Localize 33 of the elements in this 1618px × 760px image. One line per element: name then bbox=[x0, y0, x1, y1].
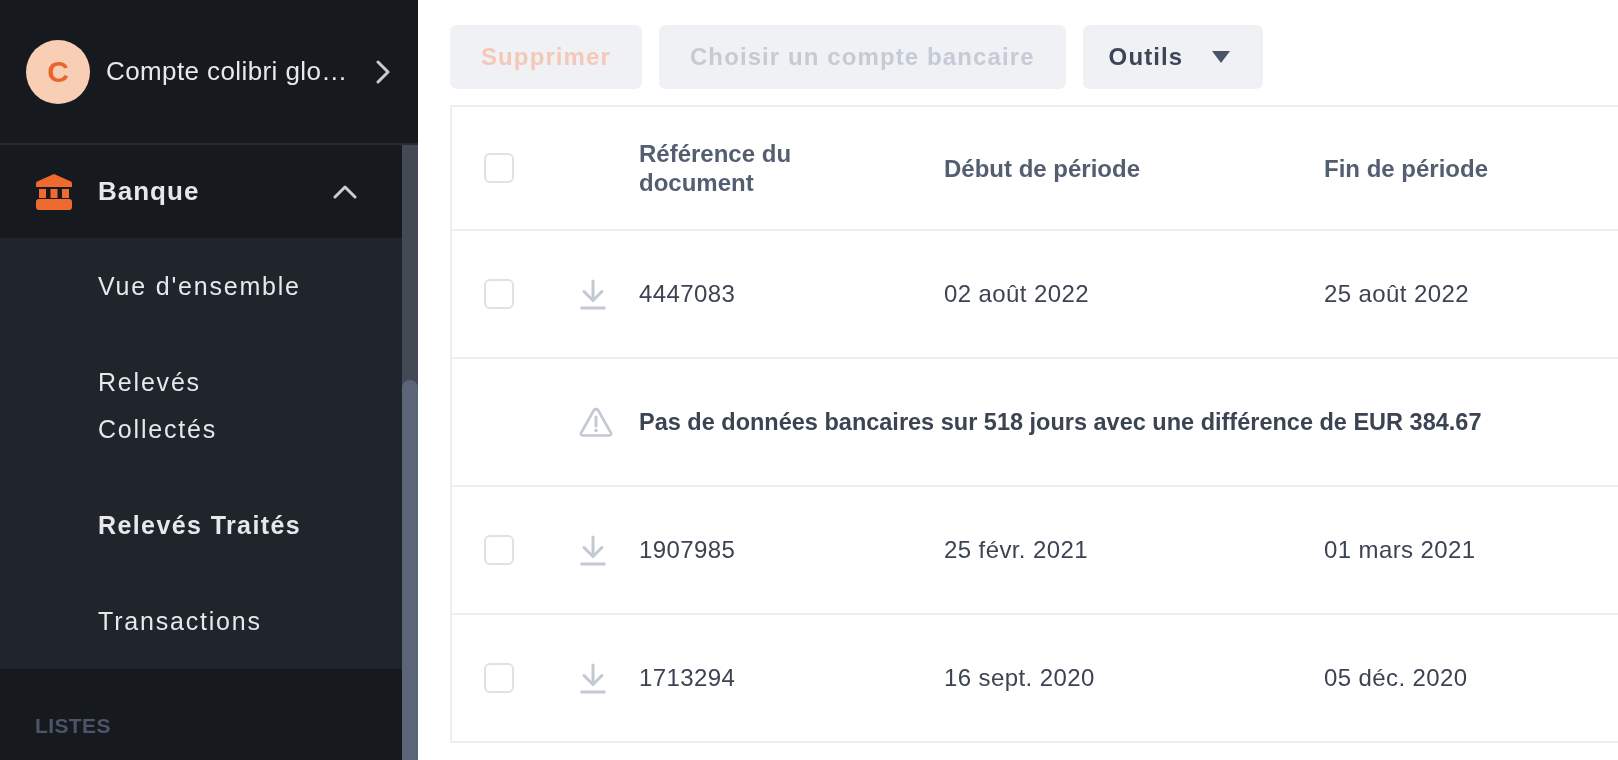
table-cell: 25 août 2022 bbox=[1324, 280, 1469, 308]
table-cell: 1907985 bbox=[639, 536, 736, 564]
account-switcher[interactable]: C Compte colibri glo… bbox=[26, 39, 390, 104]
checkbox[interactable] bbox=[484, 279, 514, 309]
avatar: C bbox=[26, 39, 90, 104]
table-cell: 05 déc. 2020 bbox=[1324, 664, 1468, 692]
nav-item[interactable]: Vue d'ensemble bbox=[0, 238, 402, 334]
column-header: Fin de période bbox=[1324, 153, 1488, 183]
checkbox[interactable] bbox=[484, 663, 514, 693]
nav-item[interactable]: Relevés Traités bbox=[0, 477, 402, 573]
chevron-right-icon bbox=[376, 59, 390, 84]
section-heading: LISTES bbox=[35, 713, 111, 739]
caret-down-icon bbox=[1212, 51, 1231, 63]
download-icon[interactable] bbox=[579, 534, 607, 566]
table-cell: 4447083 bbox=[639, 280, 736, 308]
checkbox[interactable] bbox=[484, 153, 514, 183]
table-cell: 1713294 bbox=[639, 664, 736, 692]
table-cell: 01 mars 2021 bbox=[1324, 536, 1476, 564]
warning-message: Pas de données bancaires sur 518 jours avec une différence de EUR 384.67 bbox=[639, 408, 1482, 436]
tools-menu-button[interactable]: Outils bbox=[1082, 25, 1264, 89]
nav-item[interactable]: Relevés Collectés bbox=[0, 334, 402, 477]
checkbox[interactable] bbox=[484, 535, 514, 565]
column-header: Référence du document bbox=[639, 139, 793, 197]
table-cell: 02 août 2022 bbox=[944, 280, 1089, 308]
download-icon[interactable] bbox=[579, 662, 607, 694]
column-header: Début de période bbox=[944, 153, 1141, 183]
warning-icon bbox=[579, 406, 613, 438]
scrollbar-thumb[interactable] bbox=[402, 380, 418, 760]
download-icon[interactable] bbox=[579, 278, 607, 310]
table-cell: 16 sept. 2020 bbox=[944, 664, 1095, 692]
table-cell: 25 févr. 2021 bbox=[944, 536, 1088, 564]
bank-icon bbox=[36, 173, 72, 210]
nav-item[interactable]: Transactions bbox=[0, 573, 402, 669]
